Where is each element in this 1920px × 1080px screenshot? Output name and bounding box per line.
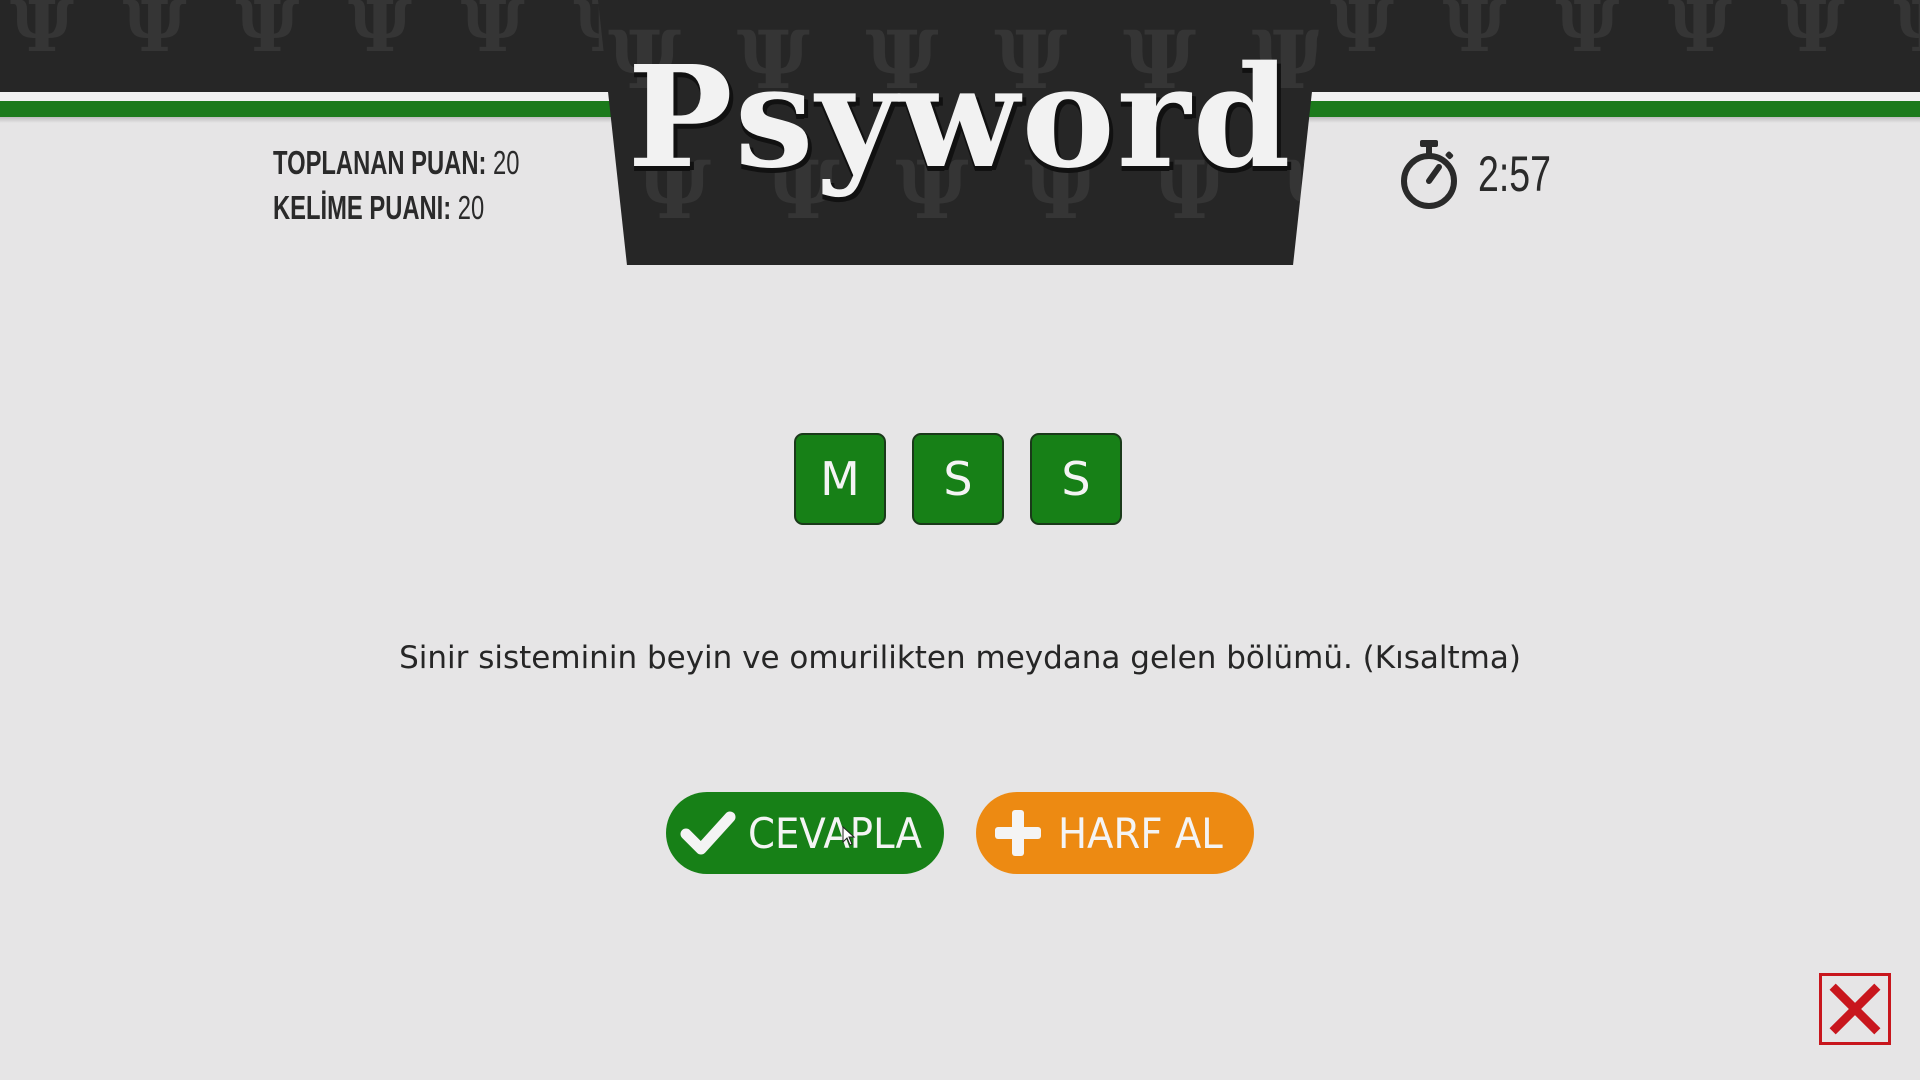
checkmark-icon: [676, 801, 740, 865]
word-score: KELİME PUANI: 20: [273, 185, 519, 230]
game-logo: Psyword: [627, 36, 1293, 200]
timer: 2:57: [1398, 138, 1575, 210]
get-letter-button-label: HARF AL: [1058, 808, 1223, 858]
letter-tile: M: [794, 433, 886, 525]
pattern-glyphs: Ψ: [10, 0, 74, 68]
get-letter-button[interactable]: HARF AL: [976, 792, 1254, 874]
total-score-label: TOPLANAN PUAN:: [273, 144, 487, 181]
mouse-cursor-icon: [842, 826, 856, 846]
answer-button[interactable]: CEVAPLA: [666, 792, 944, 874]
total-score-value: 20: [493, 144, 520, 181]
plus-icon: [986, 801, 1050, 865]
close-icon: [1829, 983, 1881, 1035]
timer-value: 2:57: [1478, 146, 1551, 202]
answer-button-label: CEVAPLA: [748, 808, 922, 858]
stopwatch-icon: [1401, 140, 1457, 209]
score-panel: TOPLANAN PUAN: 20 KELİME PUANI: 20: [273, 140, 519, 230]
close-button[interactable]: [1819, 973, 1891, 1045]
header-pattern-right: Ψ Ψ Ψ Ψ Ψ Ψ: [1330, 0, 1920, 68]
letter-tiles: M S S: [794, 433, 1122, 525]
letter-tile: S: [1030, 433, 1122, 525]
word-score-value: 20: [457, 189, 485, 226]
clue-text: Sinir sisteminin beyin ve omurilikten me…: [399, 640, 1521, 676]
letter-tile: S: [912, 433, 1004, 525]
word-score-label: KELİME PUANI:: [273, 189, 452, 226]
total-score: TOPLANAN PUAN: 20: [273, 140, 519, 185]
